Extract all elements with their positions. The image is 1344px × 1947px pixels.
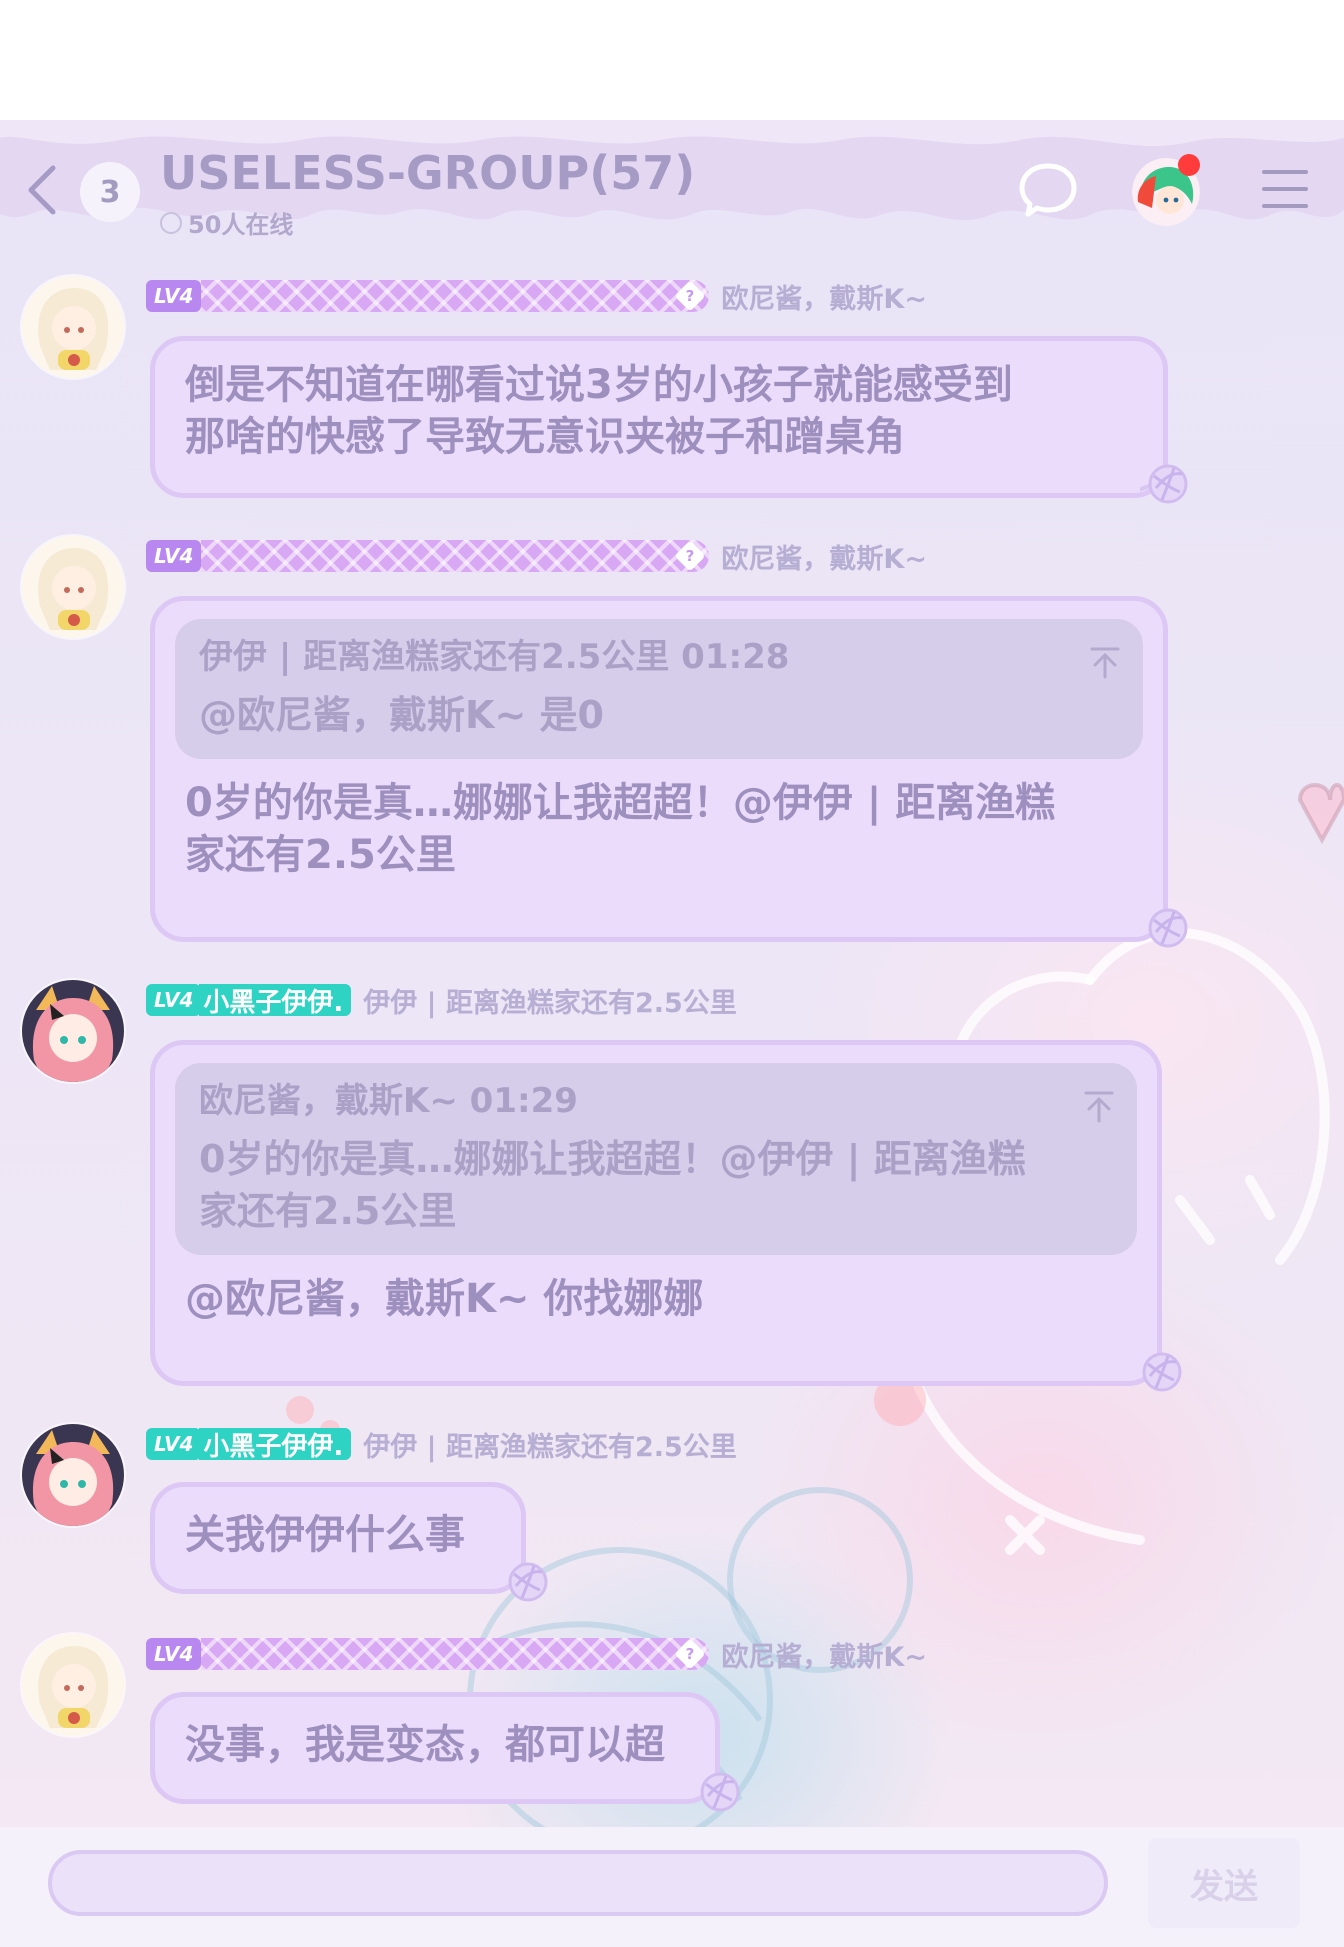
message-meta: LV4 小黑子伊伊. 伊伊 | 距离渔糕家还有2.5公里 <box>146 982 737 1019</box>
hamburger-menu-icon <box>1262 170 1308 174</box>
yarn-ball-icon <box>700 1772 740 1812</box>
send-button[interactable]: 发送 <box>1148 1838 1300 1928</box>
avatar-image <box>22 536 124 638</box>
yarn-ball-icon <box>508 1562 548 1602</box>
back-button[interactable] <box>18 160 66 220</box>
level-badge: LV4 <box>146 280 202 312</box>
group-title: USELESS-GROUP(57) <box>160 146 696 200</box>
avatar-blonde-girl[interactable] <box>22 536 124 638</box>
yarn-ball-icon <box>1142 1352 1182 1392</box>
quoted-message[interactable]: 伊伊 | 距离渔糕家还有2.5公里 01:28 @欧尼酱，戴斯K~ 是0 <box>175 619 1143 759</box>
avatar-image <box>22 1424 124 1526</box>
level-badge: LV4 <box>146 1428 202 1460</box>
message-text: 0岁的你是真…娜娜让我超超！@伊伊 | 距离渔糕 家还有2.5公里 <box>185 780 1056 878</box>
online-count: 50人在线 <box>188 211 294 239</box>
message-meta: LV4 ? 欧尼酱，戴斯K~ <box>146 538 927 575</box>
question-icon: ? <box>674 540 706 572</box>
avatar-image <box>22 1634 124 1736</box>
title-badge: ? <box>201 280 710 312</box>
message-bubble[interactable]: 关我伊伊什么事 <box>150 1482 526 1594</box>
avatar-blonde-girl[interactable] <box>22 276 124 378</box>
sender-name: 伊伊 | 距离渔糕家还有2.5公里 <box>363 987 737 1019</box>
sender-name: 欧尼酱，戴斯K~ <box>721 543 927 575</box>
jump-to-top-icon[interactable] <box>1089 645 1121 679</box>
level-badge: LV4 <box>146 540 202 572</box>
hamburger-line <box>1262 204 1308 208</box>
chat-bubble-icon[interactable] <box>1018 160 1078 220</box>
message-meta: LV4 ? 欧尼酱，戴斯K~ <box>146 278 927 315</box>
online-indicator-icon <box>160 211 182 234</box>
message-bubble[interactable]: 倒是不知道在哪看过说3岁的小孩子就能感受到 那啥的快感了导致无意识夹被子和蹭桌角 <box>150 336 1168 498</box>
message-meta: LV4 ? 欧尼酱，戴斯K~ <box>146 1636 927 1673</box>
title-badge: 小黑子伊伊. <box>199 984 352 1018</box>
quote-body: 0岁的你是真…娜娜让我超超！@伊伊 | 距离渔糕 家还有2.5公里 <box>199 1137 1026 1233</box>
chevron-left-icon <box>28 165 56 215</box>
title-badge: ? <box>201 540 710 572</box>
hamburger-line <box>1262 187 1308 191</box>
avatar-image <box>22 980 124 1082</box>
message-input[interactable] <box>48 1850 1108 1916</box>
message-text: 没事，我是变态，都可以超 <box>185 1722 665 1768</box>
quoted-message[interactable]: 欧尼酱，戴斯K~ 01:29 0岁的你是真…娜娜让我超超！@伊伊 | 距离渔糕 … <box>175 1063 1137 1255</box>
level-badge: LV4 <box>146 984 202 1016</box>
message-bubble[interactable]: 没事，我是变态，都可以超 <box>150 1692 720 1804</box>
notification-dot <box>1178 154 1200 176</box>
quote-header: 欧尼酱，戴斯K~ 01:29 <box>199 1081 578 1121</box>
avatar-blonde-girl[interactable] <box>22 1634 124 1736</box>
question-icon: ? <box>674 280 706 312</box>
title-badge: 小黑子伊伊. <box>199 1428 352 1462</box>
quote-body: @欧尼酱，戴斯K~ 是0 <box>199 693 604 737</box>
quote-header: 伊伊 | 距离渔糕家还有2.5公里 01:28 <box>199 637 790 677</box>
sender-name: 欧尼酱，戴斯K~ <box>721 283 927 315</box>
level-badge: LV4 <box>146 1638 202 1670</box>
avatar-pink-hair-girl[interactable] <box>22 1424 124 1526</box>
sender-name: 欧尼酱，戴斯K~ <box>721 1641 927 1673</box>
message-text: @欧尼酱，戴斯K~ 你找娜娜 <box>185 1276 704 1322</box>
avatar-image <box>22 276 124 378</box>
message-text: 关我伊伊什么事 <box>185 1512 465 1558</box>
question-icon: ? <box>674 1638 706 1670</box>
sender-name: 伊伊 | 距离渔糕家还有2.5公里 <box>363 1431 737 1463</box>
jump-to-top-icon[interactable] <box>1083 1089 1115 1123</box>
yarn-ball-icon <box>1140 464 1188 504</box>
yarn-ball-icon <box>1148 908 1188 948</box>
message-meta: LV4 小黑子伊伊. 伊伊 | 距离渔糕家还有2.5公里 <box>146 1426 737 1463</box>
message-bubble[interactable]: 伊伊 | 距离渔糕家还有2.5公里 01:28 @欧尼酱，戴斯K~ 是0 0岁的… <box>150 596 1168 942</box>
menu-button[interactable] <box>1262 170 1308 212</box>
online-status: 50人在线 <box>160 205 293 240</box>
avatar-pink-hair-girl[interactable] <box>22 980 124 1082</box>
title-badge: ? <box>201 1638 710 1670</box>
message-text: 倒是不知道在哪看过说3岁的小孩子就能感受到 那啥的快感了导致无意识夹被子和蹭桌角 <box>185 362 1013 460</box>
message-bubble[interactable]: 欧尼酱，戴斯K~ 01:29 0岁的你是真…娜娜让我超超！@伊伊 | 距离渔糕 … <box>150 1040 1162 1386</box>
unread-count-badge: 3 <box>80 162 140 222</box>
